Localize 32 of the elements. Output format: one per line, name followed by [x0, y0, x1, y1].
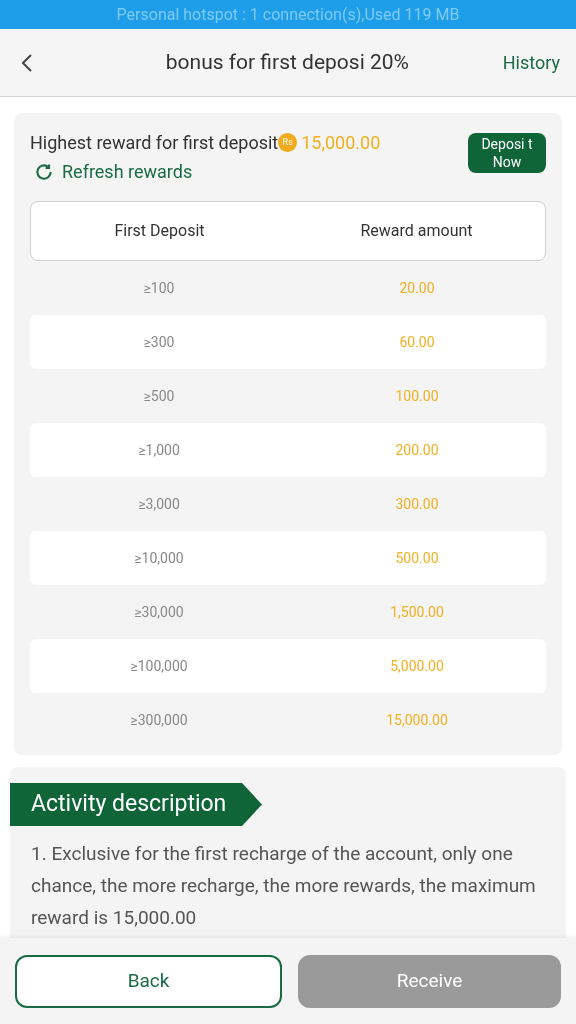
hotspot-status: Personal hotspot : 1 connection(s),Used 119 MB [116, 3, 460, 26]
table-cell-text: 300.00 [394, 494, 440, 514]
table-cell-text: 500.00 [394, 548, 440, 568]
table-cell-text: 20.00 [398, 278, 436, 298]
table-cell-text: ≥500 [142, 386, 176, 406]
table-cell-text: ≥300,000 [129, 710, 189, 730]
table-cell-text: ≥300 [142, 332, 176, 352]
refresh-rewards-link[interactable]: Refresh rewards [34, 158, 381, 185]
highest-reward-label: Highest reward for first deposit [30, 131, 279, 155]
table-cell-text: 1,500.00 [389, 602, 445, 622]
column-header: Reward amount [359, 220, 474, 242]
highest-reward-amount: 15,000.00 [301, 131, 381, 155]
description-text: 1. Exclusive for the first recharge of the account, only one chance, the more recharge, the more rewards, the maximum reward is 15,000.00 [30, 841, 537, 931]
table-cell-text: 100.00 [394, 386, 440, 406]
refresh-icon [34, 161, 54, 182]
table-cell-text: ≥30,000 [133, 602, 185, 622]
section-title: Activity description [31, 789, 227, 820]
table-cell-text: ≥100,000 [129, 656, 189, 676]
table-cell-text: 15,000.00 [385, 710, 449, 730]
table-cell-text: ≥1,000 [137, 440, 181, 460]
column-header: First Deposit [113, 220, 206, 242]
deposit-now-button[interactable]: Deposi t Now [468, 133, 546, 173]
history-link[interactable]: History [502, 49, 560, 76]
back-button[interactable]: Back [15, 954, 282, 1008]
table-cell-text: 5,000.00 [389, 656, 445, 676]
rupee-coin-icon: Rs [278, 133, 298, 152]
page-title: bonus for first deposi 20% [164, 48, 410, 76]
table-cell-text: 60.00 [398, 332, 436, 352]
table-cell-text: ≥100 [142, 278, 176, 298]
table-cell-text: 200.00 [394, 440, 440, 460]
table-cell-text: ≥3,000 [137, 494, 181, 514]
table-cell-text: ≥10,000 [133, 548, 185, 568]
